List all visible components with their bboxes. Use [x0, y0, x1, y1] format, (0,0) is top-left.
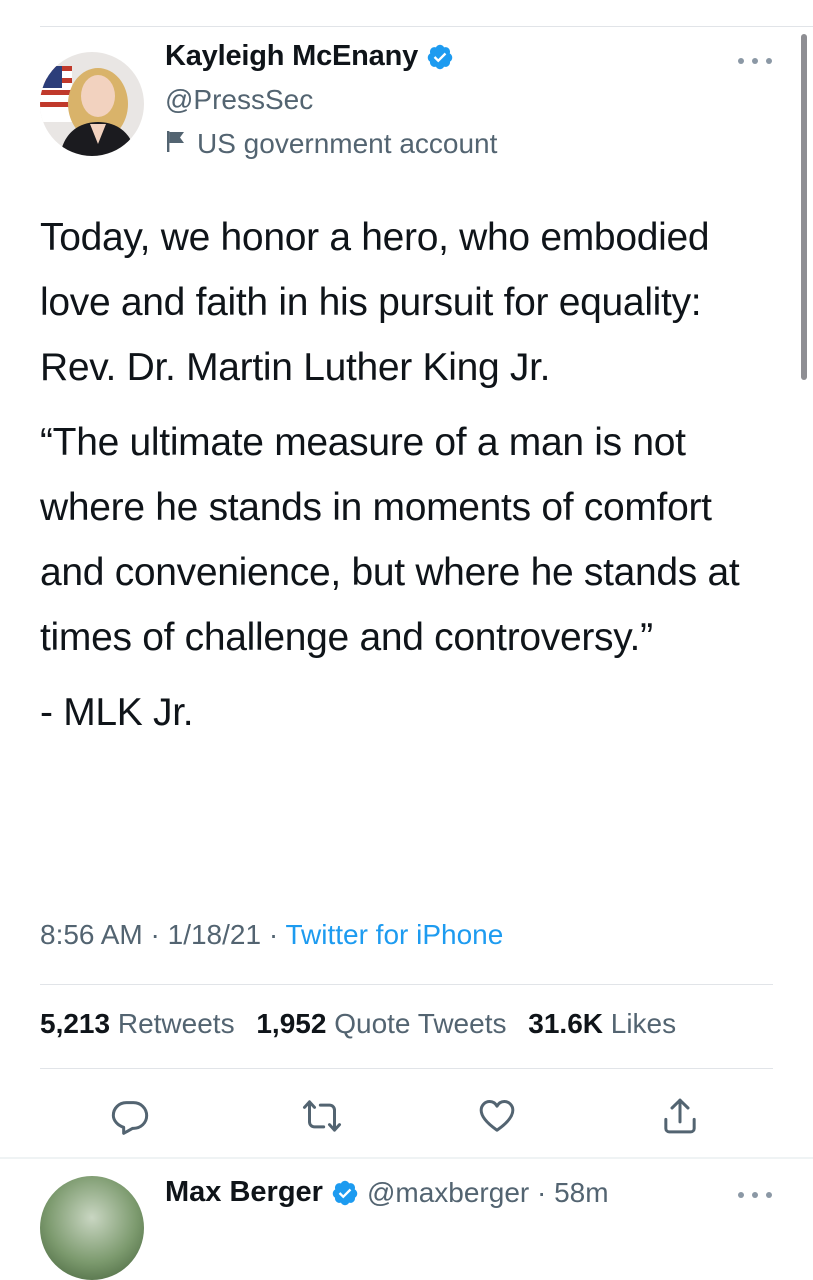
- quote-tweets-stat[interactable]: 1,952 Quote Tweets: [256, 1008, 514, 1039]
- tweet-time[interactable]: 8:56 AM: [40, 919, 143, 950]
- tweet-separator: [0, 1157, 813, 1159]
- tweet-action-bar: [0, 1088, 813, 1144]
- tweet-attribution: - MLK Jr.: [40, 691, 194, 734]
- next-tweet-more-options-icon[interactable]: [738, 1190, 772, 1200]
- tweet-paragraph: Today, we honor a hero, who embodied lov…: [40, 216, 710, 389]
- next-tweet-handle-time[interactable]: @maxberger · 58m: [367, 1177, 609, 1209]
- tweet-quote-paragraph: “The ultimate measure of a man is not wh…: [40, 421, 740, 659]
- divider: [40, 984, 773, 985]
- next-tweet-avatar[interactable]: [40, 1176, 144, 1280]
- tweet-text: Today, we honor a hero, who embodied lov…: [40, 205, 780, 745]
- next-tweet-author-name[interactable]: Max Berger: [165, 1176, 323, 1209]
- author-handle[interactable]: @PressSec: [165, 84, 313, 116]
- flag-icon: [165, 128, 187, 160]
- quote-tweets-label: Quote Tweets: [334, 1008, 507, 1039]
- author-name[interactable]: Kayleigh McEnany: [165, 40, 418, 73]
- avatar-image: [40, 52, 144, 156]
- like-button[interactable]: [469, 1088, 525, 1144]
- tweet-source-link[interactable]: Twitter for iPhone: [285, 919, 503, 950]
- likes-stat[interactable]: 31.6K Likes: [528, 1008, 676, 1039]
- next-tweet-header[interactable]: Max Berger @maxberger · 58m: [165, 1176, 609, 1209]
- tweet-stats: 5,213 Retweets 1,952 Quote Tweets 31.6K …: [40, 1008, 690, 1040]
- like-icon: [479, 1100, 515, 1132]
- reply-icon: [111, 1101, 149, 1135]
- likes-count: 31.6K: [528, 1008, 603, 1039]
- divider: [40, 1068, 773, 1069]
- quote-tweets-count: 1,952: [256, 1008, 327, 1039]
- share-icon: [664, 1098, 696, 1134]
- author-name-row[interactable]: Kayleigh McEnany: [165, 40, 454, 73]
- tweet-meta: 8:56 AM · 1/18/21 · Twitter for iPhone: [40, 919, 503, 951]
- meta-separator: ·: [150, 919, 160, 950]
- government-label[interactable]: US government account: [165, 128, 497, 160]
- meta-separator: ·: [268, 919, 279, 950]
- author-avatar[interactable]: [40, 52, 144, 156]
- retweets-label: Retweets: [117, 1008, 235, 1039]
- reply-button[interactable]: [102, 1088, 158, 1144]
- retweet-button[interactable]: [294, 1088, 350, 1144]
- verified-badge-icon: [426, 43, 454, 71]
- retweets-count: 5,213: [40, 1008, 111, 1039]
- scrollbar[interactable]: [801, 34, 807, 380]
- verified-badge-icon: [331, 1179, 359, 1207]
- share-button[interactable]: [652, 1088, 708, 1144]
- likes-label: Likes: [610, 1008, 677, 1039]
- top-divider: [40, 26, 813, 27]
- government-label-text: US government account: [197, 128, 498, 159]
- more-options-icon[interactable]: [738, 52, 772, 70]
- retweet-icon: [303, 1100, 341, 1132]
- retweets-stat[interactable]: 5,213 Retweets: [40, 1008, 242, 1039]
- tweet-date[interactable]: 1/18/21: [168, 919, 261, 950]
